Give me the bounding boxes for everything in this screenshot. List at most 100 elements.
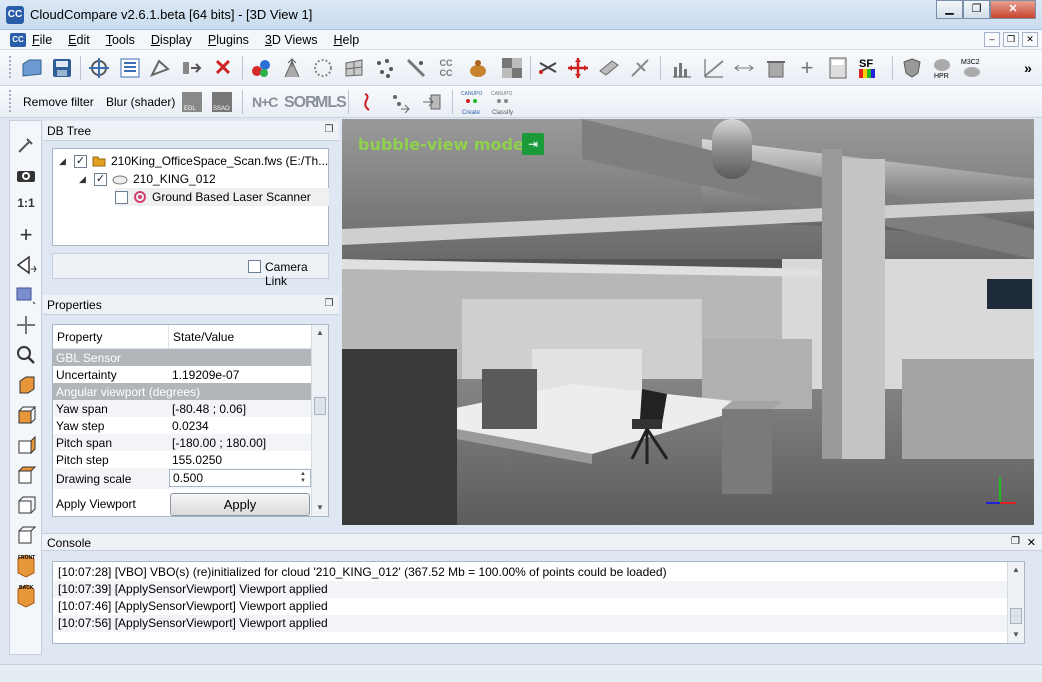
close-panel-icon[interactable]: ✕ <box>1027 536 1036 549</box>
properties-scrollbar[interactable]: ▲ ▼ <box>311 325 328 516</box>
view-top-icon[interactable] <box>14 373 38 397</box>
register-icon[interactable] <box>249 56 273 80</box>
scroll-thumb[interactable] <box>1010 608 1022 624</box>
exit-bubble-view-icon[interactable]: ⇥ <box>522 133 544 155</box>
transform-icon[interactable] <box>87 56 111 80</box>
nc-icon[interactable]: N+C <box>252 94 278 110</box>
min-max-icon[interactable] <box>732 56 756 80</box>
float-panel-icon[interactable]: ❐ <box>1011 536 1020 547</box>
merge-icon[interactable] <box>180 56 204 80</box>
tree-item-sensor[interactable]: Ground Based Laser Scanner <box>115 188 329 206</box>
segment-icon[interactable] <box>148 56 172 80</box>
zoom-icon[interactable] <box>14 343 38 367</box>
sample-points-icon[interactable] <box>311 56 335 80</box>
camera-icon[interactable] <box>14 163 38 187</box>
mesh-icon[interactable] <box>342 56 366 80</box>
subsample-icon[interactable] <box>373 56 397 80</box>
tree-checkbox[interactable]: ✓ <box>74 154 87 168</box>
mdi-close-button[interactable]: ✕ <box>1022 32 1038 47</box>
menu-edit[interactable]: Edit <box>68 33 90 47</box>
mdi-restore-button[interactable]: ❐ <box>1003 32 1019 47</box>
zoom-one-to-one-button[interactable]: 1:1 <box>14 191 38 215</box>
float-panel-icon[interactable]: ❐ <box>323 124 335 136</box>
checker-icon[interactable] <box>500 56 524 80</box>
restore-button[interactable]: ❐ <box>963 0 990 19</box>
spin-arrows-icon[interactable]: ▲ ▼ <box>297 471 309 485</box>
scroll-up-icon[interactable]: ▲ <box>312 325 328 341</box>
crosshair-icon[interactable]: + <box>14 222 38 247</box>
mls-icon[interactable]: MLS <box>315 94 347 112</box>
column-header-value[interactable]: State/Value <box>169 325 311 348</box>
qhull-icon[interactable] <box>388 90 412 114</box>
apply-viewport-button[interactable]: Apply <box>170 493 310 516</box>
menu-3d-views[interactable]: 3D Views <box>265 33 318 47</box>
minimize-button[interactable]: ▁ <box>936 0 963 19</box>
tree-item-cloud[interactable]: ◢ ✓ 210_KING_012 <box>79 170 216 188</box>
scroll-thumb[interactable] <box>314 397 326 415</box>
mdi-minimize-button[interactable]: – <box>984 32 1000 47</box>
menu-display[interactable]: Display <box>151 33 192 47</box>
pick-icon[interactable] <box>628 56 652 80</box>
view-back-icon[interactable] <box>14 463 38 487</box>
open-icon[interactable] <box>20 56 44 80</box>
view-iso-back-icon[interactable]: BACK <box>14 581 38 609</box>
ransac-icon[interactable] <box>356 90 380 114</box>
view-bottom-icon[interactable] <box>14 523 38 547</box>
translate-rotate-icon[interactable] <box>566 56 590 80</box>
3d-view[interactable]: bubble-view mode ⇥ <box>342 119 1034 525</box>
canupo-classify-icon[interactable]: CANUPO Classify <box>490 88 522 116</box>
gradient-icon[interactable] <box>702 56 726 80</box>
histogram-icon[interactable] <box>670 56 694 80</box>
scroll-down-icon[interactable]: ▼ <box>312 500 328 516</box>
view-left-icon[interactable] <box>14 433 38 457</box>
column-header-property[interactable]: Property <box>53 325 169 348</box>
float-panel-icon[interactable]: ❐ <box>323 298 335 310</box>
trash-icon[interactable] <box>764 56 788 80</box>
close-button[interactable]: ✕ <box>990 0 1036 19</box>
tree-checkbox[interactable] <box>115 190 128 204</box>
bag-icon[interactable] <box>466 56 490 80</box>
view-front-icon[interactable] <box>14 403 38 427</box>
shield-icon[interactable] <box>900 56 924 80</box>
m3c2-icon[interactable]: M3C2 <box>960 56 984 80</box>
hpr-icon[interactable]: HPR <box>930 56 954 80</box>
poisson-icon[interactable] <box>420 90 444 114</box>
perspective-icon[interactable] <box>14 253 38 277</box>
scroll-down-icon[interactable]: ▼ <box>1008 627 1024 643</box>
toolbar-grip[interactable] <box>9 90 12 112</box>
pan-icon[interactable] <box>14 313 38 337</box>
toolbar-grip[interactable] <box>9 56 12 78</box>
camera-link-checkbox[interactable] <box>248 260 261 273</box>
distance-icon[interactable] <box>404 56 428 80</box>
blur-shader-button[interactable]: Blur (shader) <box>106 95 175 109</box>
collapse-triangle-icon[interactable]: ◢ <box>59 156 69 167</box>
menu-plugins[interactable]: Plugins <box>208 33 249 47</box>
tree-checkbox[interactable]: ✓ <box>94 172 107 186</box>
remove-filter-button[interactable]: Remove filter <box>23 95 94 109</box>
console-scrollbar[interactable]: ▲ ▼ <box>1007 562 1024 643</box>
normals-icon[interactable] <box>280 56 304 80</box>
pipette-icon[interactable] <box>14 133 38 157</box>
menu-help[interactable]: Help <box>333 33 359 47</box>
menu-file[interactable]: File <box>32 33 52 47</box>
drawing-scale-spinbox[interactable]: 0.500 ▲ ▼ <box>169 469 311 487</box>
toolbar-overflow-button[interactable]: » <box>1016 56 1040 80</box>
collapse-triangle-icon[interactable]: ◢ <box>79 174 89 185</box>
list-icon[interactable] <box>118 56 142 80</box>
plane-icon[interactable] <box>597 56 621 80</box>
sor-icon[interactable]: SOR <box>284 94 317 112</box>
interaction-mode-icon[interactable] <box>14 283 38 307</box>
scissors-icon[interactable] <box>536 56 560 80</box>
add-icon[interactable]: + <box>795 55 819 80</box>
edl-shader-icon[interactable]: EDL <box>180 90 204 114</box>
view-iso-front-icon[interactable]: FRONT <box>14 551 38 579</box>
tree-item-file[interactable]: ◢ ✓ 210King_OfficeSpace_Scan.fws (E:/Th.… <box>59 152 328 170</box>
canupo-create-icon[interactable]: CANUPO Create <box>460 88 490 116</box>
scroll-up-icon[interactable]: ▲ <box>1008 562 1024 578</box>
view-right-icon[interactable] <box>14 493 38 517</box>
ssao-shader-icon[interactable]: SSAO <box>210 90 234 114</box>
save-icon[interactable] <box>50 56 74 80</box>
delete-icon[interactable]: ✕ <box>211 55 235 80</box>
cccc-icon[interactable]: CC CC <box>434 56 458 80</box>
scalar-field-icon[interactable]: SF <box>857 56 881 80</box>
